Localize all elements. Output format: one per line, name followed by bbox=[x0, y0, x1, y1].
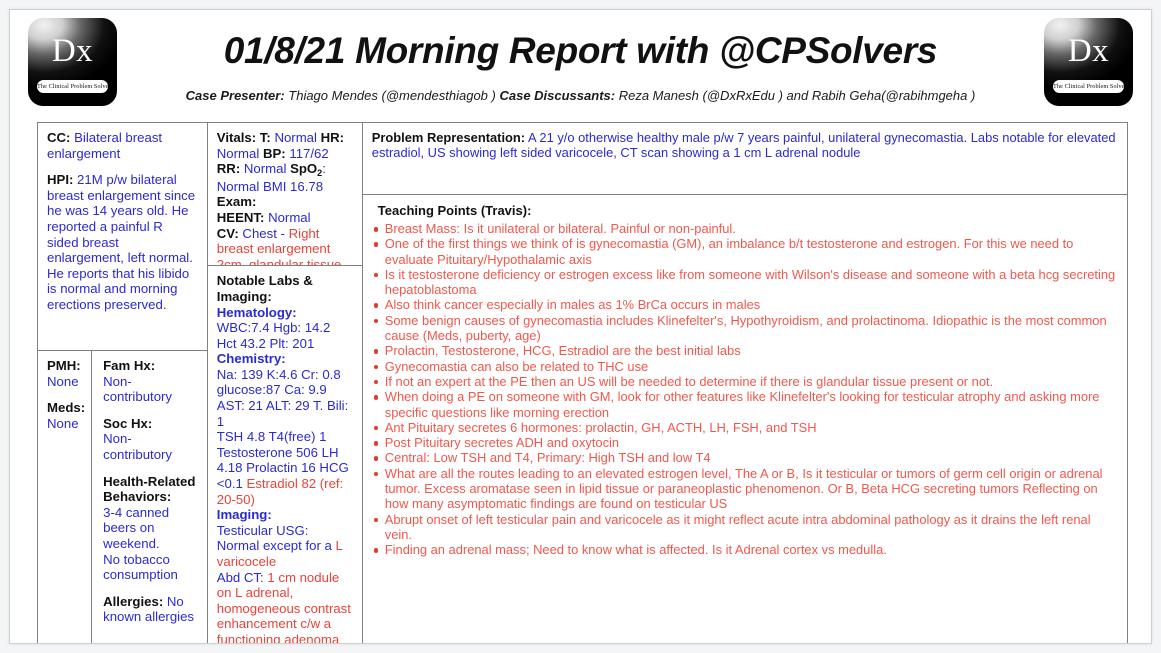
teaching-point-item: One of the first things we think of is g… bbox=[372, 236, 1118, 267]
heent-label: HEENT: bbox=[216, 209, 265, 225]
vitals-bp-value: 117/62 bbox=[285, 145, 329, 161]
teaching-point-item: Central: Low TSH and T4, Primary: High T… bbox=[372, 450, 1118, 465]
teaching-point-item: Prolactin, Testosterone, HCG, Estradiol … bbox=[372, 343, 1118, 358]
cell-teaching-points: Teaching Points (Travis): Breast Mass: I… bbox=[363, 195, 1127, 643]
cell-labs-imaging: Notable Labs & Imaging: Hematology: WBC:… bbox=[208, 266, 362, 643]
teaching-point-item: Post Pituitary secretes ADH and oxytocin bbox=[372, 435, 1118, 450]
allergies-label: Allergies: bbox=[103, 593, 164, 609]
cv-label: CV: bbox=[216, 225, 239, 241]
vitals-spo2-subscript: 2 bbox=[317, 168, 323, 179]
vitals-spo2-label: SpO bbox=[290, 161, 318, 177]
teaching-point-item: Ant Pituitary secretes 6 hormones: prola… bbox=[372, 420, 1118, 435]
imaging-label: Imaging: bbox=[216, 507, 272, 523]
fam-hx-label: Fam Hx: bbox=[103, 358, 156, 373]
meds-label: Meds: bbox=[47, 400, 86, 416]
teaching-point-item: When doing a PE on someone with GM, look… bbox=[372, 389, 1118, 420]
imaging-abd-ct-label: Abd CT: bbox=[216, 569, 268, 585]
labs-heading: Notable Labs & Imaging: bbox=[216, 273, 313, 304]
cell-vitals-exam: Vitals: T: Normal HR: Normal BP: 117/62 … bbox=[207, 123, 362, 267]
report-grid: CC: Bilateral breast enlargement HPI: 21… bbox=[37, 122, 1128, 643]
teaching-points-list: Breast Mass: Is it unilateral or bilater… bbox=[372, 221, 1118, 558]
cc-label: CC: bbox=[47, 130, 71, 145]
case-credits: Case Presenter: Thiago Mendes (@mendesth… bbox=[70, 88, 1091, 103]
report-header: Dx The Clinical Problem Solvers Dx The C… bbox=[10, 10, 1151, 111]
meds-value: None bbox=[47, 415, 79, 431]
slide-canvas: Dx The Clinical Problem Solvers Dx The C… bbox=[0, 0, 1161, 653]
soc-hx-value: Non-contributory bbox=[103, 431, 173, 462]
case-presenter-label: Case Presenter: bbox=[185, 88, 285, 103]
teaching-point-item: What are all the routes leading to an el… bbox=[372, 466, 1118, 512]
vitals-bp-label: BP: bbox=[262, 145, 286, 161]
teaching-point-item: Is it testosterone deficiency or estroge… bbox=[372, 267, 1118, 298]
vitals-line: Vitals: T: Normal HR: Normal BP: 117/62 … bbox=[217, 130, 353, 194]
chief-complaint: CC: Bilateral breast enlargement bbox=[47, 130, 198, 161]
hpi: HPI: 21M p/w bilateral breast enlargemen… bbox=[47, 172, 198, 312]
chemistry-line-3: TSH 4.8 T4(free) 1 Testosterone 506 LH 4… bbox=[217, 429, 353, 507]
case-presenter-name: Thiago Mendes (@mendesthiagob ) bbox=[284, 88, 500, 103]
exam-heent: HEENT: Normal bbox=[217, 210, 353, 226]
vitals-hr-value: Normal bbox=[216, 145, 263, 161]
teaching-point-item: If not an expert at the PE then an US wi… bbox=[372, 374, 1118, 389]
chemistry-line-1: Na: 139 K:4.6 Cr: 0.8 glucose:87 Ca: 9.9 bbox=[216, 366, 341, 398]
hematology-values: WBC:7.4 Hgb: 14.2 Hct 43.2 Plt: 201 bbox=[216, 320, 331, 351]
cell-pmh-fam-soc: PMH: None Meds: None Fam Hx: Non-contrib… bbox=[38, 351, 207, 643]
logo-dx-mark: Dx bbox=[1067, 33, 1110, 69]
page-title: 01/8/21 Morning Report with @CPSolvers bbox=[223, 30, 938, 71]
vitals-label: Vitals: bbox=[216, 130, 257, 145]
hpi-label: HPI: bbox=[47, 172, 74, 188]
fam-hx-value: Non-contributory bbox=[103, 373, 173, 405]
vitals-rr-value: Normal bbox=[240, 161, 291, 177]
behaviors-label: Health-Related Behaviors: bbox=[103, 473, 196, 505]
vitals-t-value: Normal bbox=[270, 130, 321, 145]
column-history: CC: Bilateral breast enlargement HPI: 21… bbox=[38, 123, 208, 643]
problem-representation-label: Problem Representation: bbox=[371, 130, 526, 145]
imaging-testicular-usg: Testicular USG: Normal except for a L va… bbox=[217, 523, 353, 570]
teaching-point-item: Abrupt onset of left testicular pain and… bbox=[372, 512, 1118, 543]
column-exam-labs: Vitals: T: Normal HR: Normal BP: 117/62 … bbox=[207, 123, 363, 643]
behaviors-line-1: 3-4 canned beers on weekend. bbox=[103, 504, 170, 551]
problem-representation: Problem Representation: A 21 y/o otherwi… bbox=[372, 130, 1118, 161]
teaching-point-item: Finding an adrenal mass; Need to know wh… bbox=[372, 542, 1118, 557]
chemistry-line-2: AST: 21 ALT: 29 T. Bili: 1 bbox=[216, 398, 349, 429]
teaching-point-item: Some benign causes of gynecomastia inclu… bbox=[372, 313, 1118, 344]
imaging-testicular-usg-blue: Testicular USG: Normal except for a bbox=[216, 522, 336, 554]
behaviors-line-2: No tobacco consumption bbox=[103, 551, 178, 583]
case-discussants-label: Case Discussants: bbox=[499, 88, 616, 103]
case-discussants-name: Reza Manesh (@DxRxEdu ) and Rabih Geha(@… bbox=[615, 88, 976, 103]
logo-dx-mark: Dx bbox=[51, 33, 94, 69]
vitals-rr-label: RR: bbox=[216, 161, 241, 177]
vitals-t-label: T: bbox=[256, 130, 271, 145]
report-page: Dx The Clinical Problem Solvers Dx The C… bbox=[9, 9, 1152, 644]
exam-cv: CV: Chest - Right breast enlargement 2cm… bbox=[216, 225, 353, 266]
exam-label: Exam: bbox=[216, 194, 257, 210]
column-problem-teaching: Problem Representation: A 21 y/o otherwi… bbox=[362, 123, 1128, 643]
cell-problem-representation: Problem Representation: A 21 y/o otherwi… bbox=[362, 123, 1127, 195]
teaching-points-heading: Teaching Points (Travis): bbox=[377, 203, 532, 218]
cell-chief-complaint-hpi: CC: Bilateral breast enlargement HPI: 21… bbox=[38, 123, 207, 351]
teaching-point-item: Breast Mass: Is it unilateral or bilater… bbox=[372, 221, 1118, 236]
heent-value: Normal bbox=[264, 209, 311, 225]
allergies: Allergies: No known allergies bbox=[103, 594, 198, 625]
hpi-value: 21M p/w bilateral breast enlargement sin… bbox=[47, 172, 196, 312]
teaching-point-item: Also think cancer especially in males as… bbox=[372, 297, 1118, 312]
pmh-label: PMH: bbox=[47, 358, 81, 373]
hematology-label: Hematology: bbox=[216, 304, 297, 320]
soc-hx-label: Soc Hx: bbox=[103, 415, 153, 431]
cell-family-social: Fam Hx: Non-contributory Soc Hx: Non-con… bbox=[92, 351, 207, 643]
teaching-point-item: Gynecomastia can also be related to THC … bbox=[372, 359, 1118, 374]
pmh-value: None bbox=[47, 373, 79, 389]
chemistry-label: Chemistry: bbox=[216, 351, 286, 367]
cell-pmh-meds: PMH: None Meds: None bbox=[38, 351, 93, 643]
imaging-abd-ct: Abd CT: 1 cm nodule on L adrenal, homoge… bbox=[216, 569, 353, 643]
vitals-hr-label: HR: bbox=[320, 130, 345, 145]
cv-value-chest: Chest - bbox=[238, 225, 289, 241]
